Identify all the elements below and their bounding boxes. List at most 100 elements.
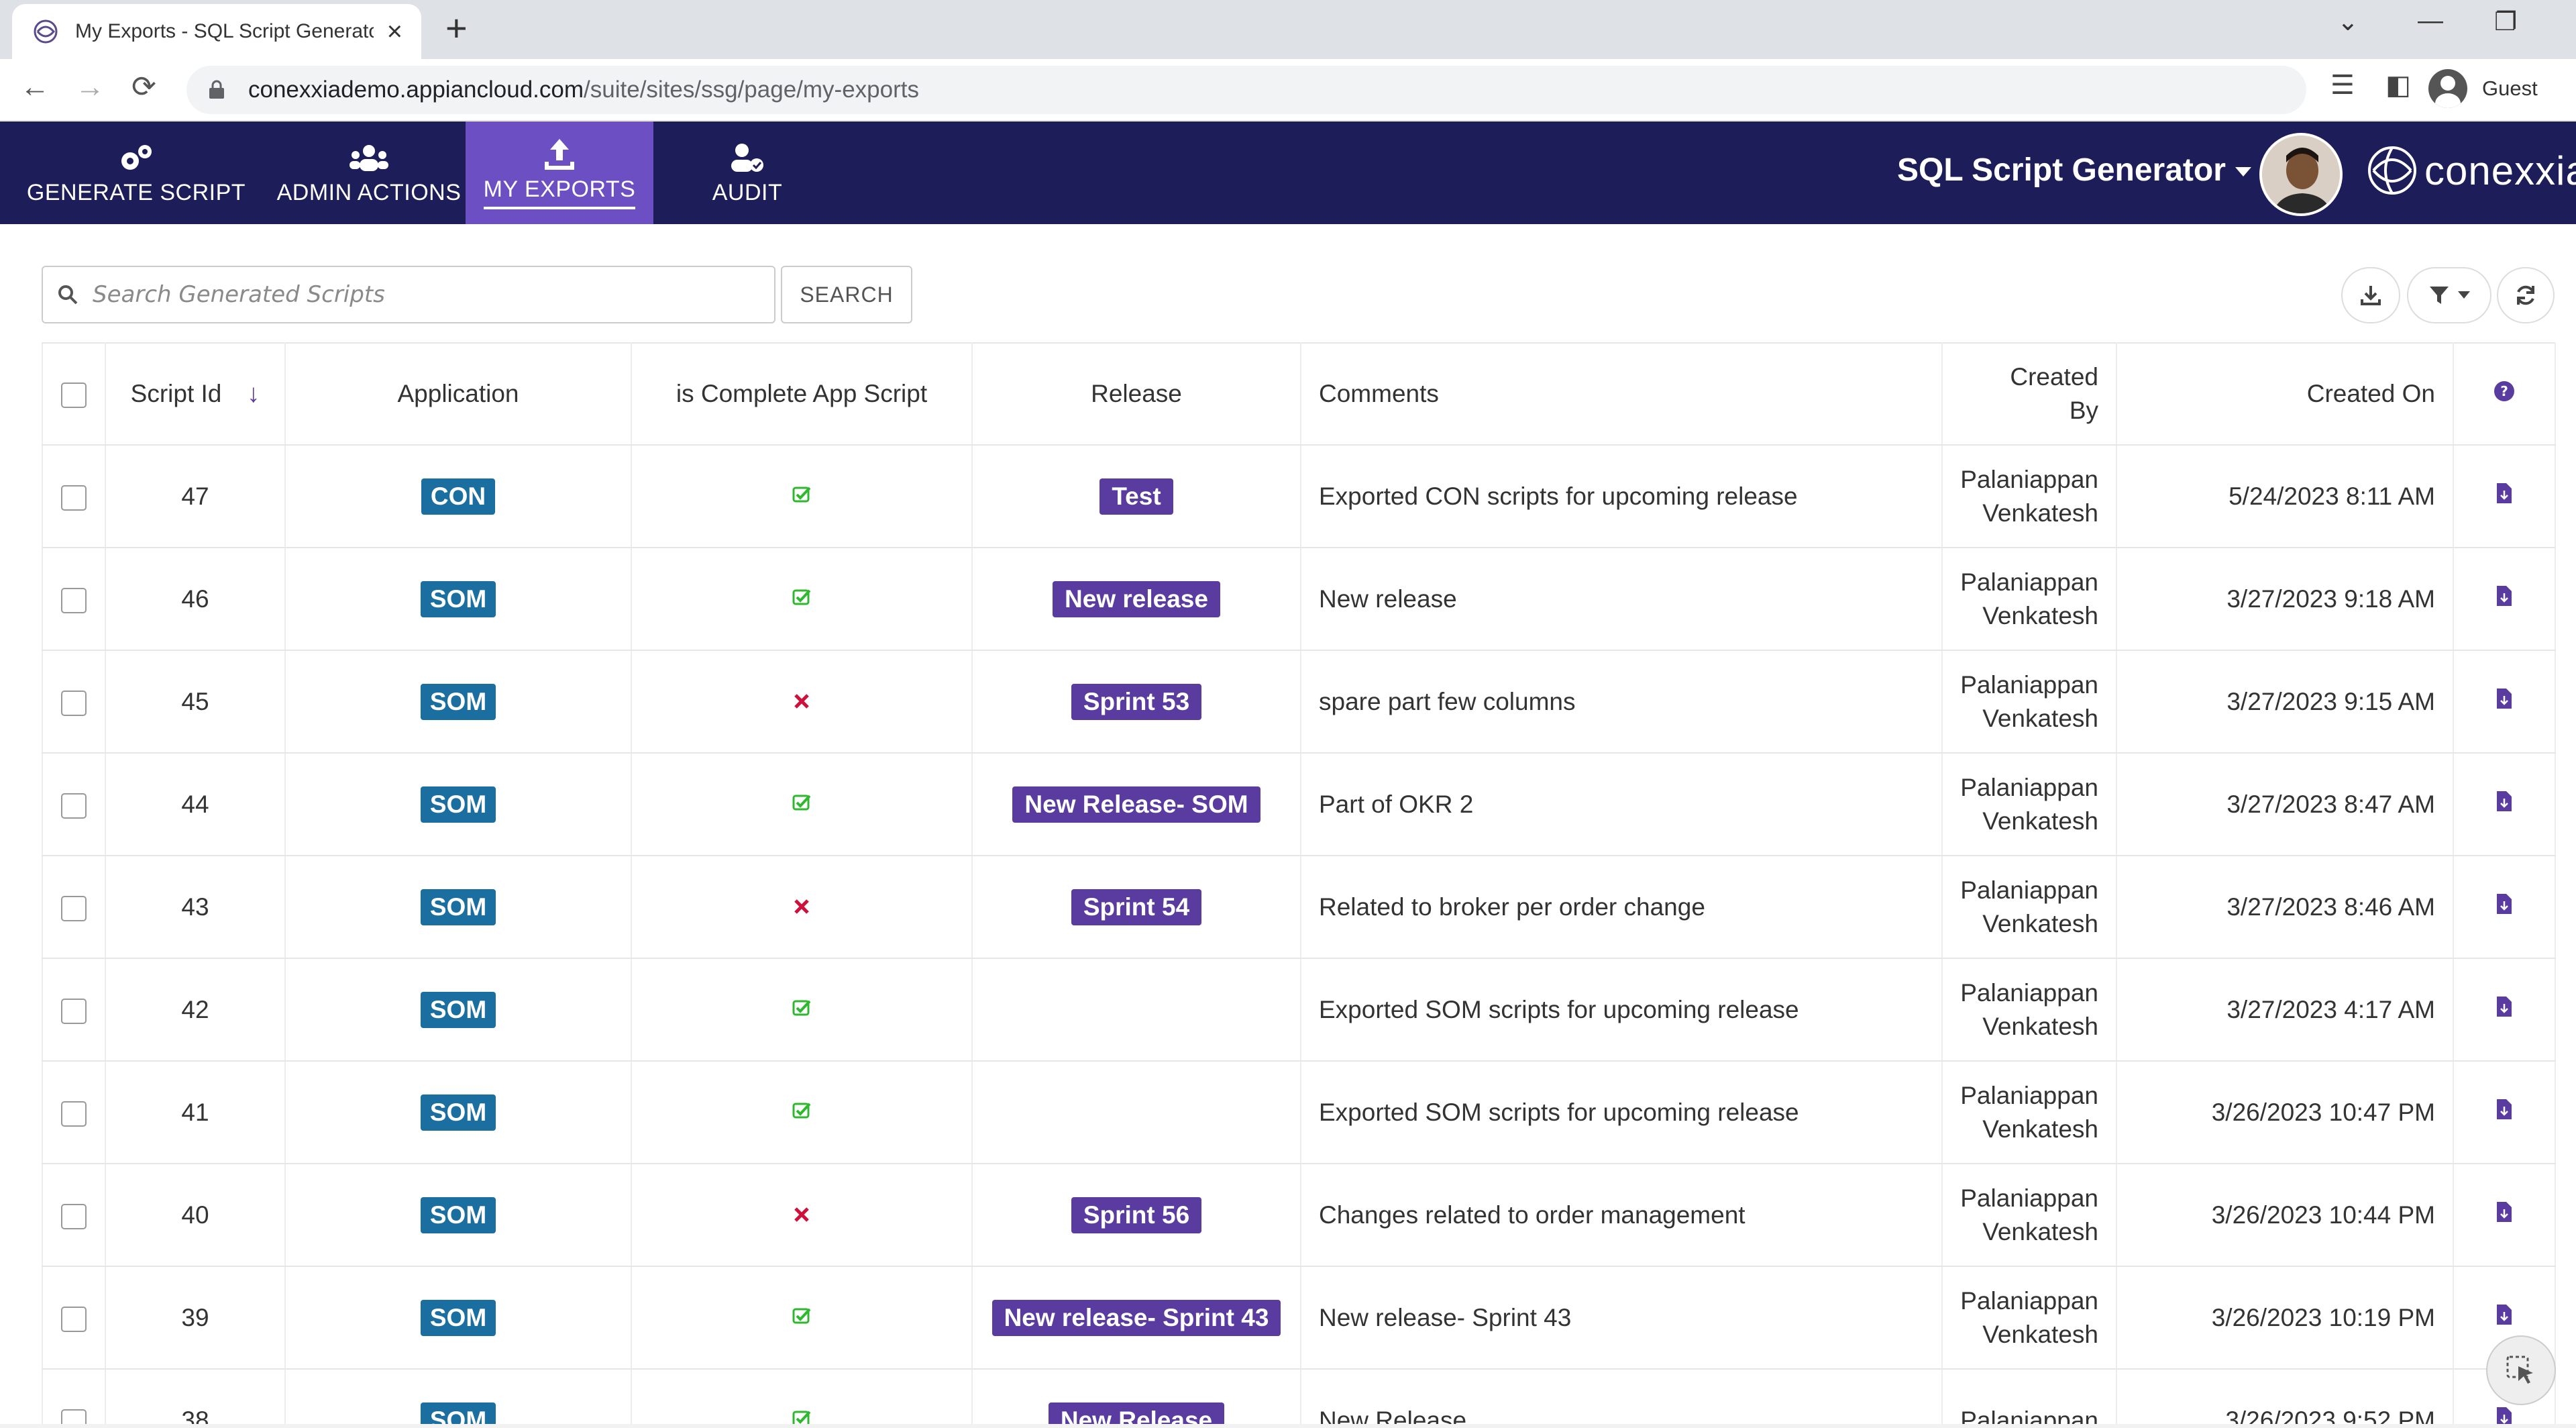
- nav-admin-actions[interactable]: ADMIN ACTIONS: [272, 121, 466, 224]
- help-icon[interactable]: ?: [2493, 380, 2516, 403]
- complete-cell: [631, 1266, 973, 1370]
- download-file-icon[interactable]: [2496, 482, 2513, 510]
- tab-search-chevron-icon[interactable]: ⌄: [2337, 7, 2359, 37]
- reading-list-icon[interactable]: ☰: [2330, 70, 2355, 101]
- side-panel-icon[interactable]: ◧: [2385, 70, 2411, 101]
- table-header-row: Script Id ↓ Application is Complete App S…: [42, 342, 2556, 446]
- release-cell: New Release: [972, 1369, 1301, 1428]
- search-button[interactable]: SEARCH: [781, 266, 912, 323]
- created-on-cell: 3/26/2023 10:44 PM: [2116, 1164, 2454, 1267]
- select-all-cell: [42, 342, 106, 446]
- search-input[interactable]: [93, 281, 737, 308]
- minimize-icon[interactable]: —: [2418, 7, 2443, 36]
- table-row[interactable]: 46 SOM New release New release Palaniappan Ve…: [42, 548, 2556, 651]
- header-created-by[interactable]: Created By: [1942, 342, 2117, 446]
- nav-generate-script[interactable]: GENERATE SCRIPT: [0, 121, 272, 224]
- application-tag: SOM: [420, 888, 496, 925]
- header-complete[interactable]: is Complete App Script: [631, 342, 973, 446]
- script-id-cell: 39: [105, 1266, 286, 1370]
- created-by-cell: Palaniappan Venkatesh: [1942, 1164, 2117, 1267]
- exports-table: Script Id ↓ Application is Complete App S…: [42, 342, 2556, 1428]
- header-created-on[interactable]: Created On: [2116, 342, 2454, 446]
- application-tag: SOM: [420, 580, 496, 617]
- row-checkbox[interactable]: [61, 998, 87, 1024]
- restore-icon[interactable]: ❐: [2494, 7, 2517, 37]
- table-row[interactable]: 38 SOM New Release New Release Palaniappan 3/…: [42, 1369, 2556, 1428]
- comments-cell: Changes related to order management: [1301, 1164, 1943, 1267]
- application-tag: SOM: [420, 786, 496, 823]
- application-tag: SOM: [420, 683, 496, 720]
- row-checkbox[interactable]: [61, 793, 87, 819]
- download-file-icon[interactable]: [2496, 1304, 2513, 1331]
- new-tab-icon[interactable]: +: [445, 9, 468, 47]
- table-row[interactable]: 47 CON Test Exported CON scripts for upcomi…: [42, 445, 2556, 548]
- row-select-cell: [42, 753, 106, 856]
- row-checkbox[interactable]: [61, 1306, 87, 1332]
- row-checkbox[interactable]: [61, 690, 87, 716]
- script-id-cell: 44: [105, 753, 286, 856]
- created-by-cell: Palaniappan: [1942, 1369, 2117, 1428]
- site-title-menu[interactable]: SQL Script Generator: [1897, 152, 2251, 189]
- header-script-id[interactable]: Script Id ↓: [105, 342, 286, 446]
- row-checkbox[interactable]: [61, 1101, 87, 1127]
- file-cell: [2453, 548, 2556, 651]
- release-cell: Sprint 56: [972, 1164, 1301, 1267]
- table-row[interactable]: 39 SOM New release- Sprint 43 New release- …: [42, 1266, 2556, 1370]
- table-row[interactable]: 40 SOM Sprint 56 Changes related to order m…: [42, 1164, 2556, 1267]
- table-row[interactable]: 43 SOM Sprint 54 Related to broker per orde…: [42, 856, 2556, 959]
- file-cell: [2453, 445, 2556, 548]
- download-file-icon[interactable]: [2496, 688, 2513, 715]
- table-row[interactable]: 45 SOM Sprint 53 spare part few columns Pala…: [42, 650, 2556, 754]
- application-tag: CON: [421, 478, 496, 515]
- cursor-select-icon: [2506, 1356, 2533, 1384]
- application-cell: CON: [285, 445, 632, 548]
- download-file-icon[interactable]: [2496, 1099, 2513, 1126]
- row-checkbox[interactable]: [61, 895, 87, 921]
- release-cell: Sprint 53: [972, 650, 1301, 754]
- row-select-cell: [42, 1266, 106, 1370]
- back-icon[interactable]: ←: [20, 72, 50, 102]
- select-all-checkbox[interactable]: [61, 382, 87, 409]
- browser-tab[interactable]: My Exports - SQL Script Generator ×: [12, 4, 421, 59]
- row-checkbox[interactable]: [61, 587, 87, 613]
- forward-icon[interactable]: →: [75, 72, 105, 102]
- application-cell: SOM: [285, 1369, 632, 1428]
- download-file-icon[interactable]: [2496, 585, 2513, 613]
- table-row[interactable]: 41 SOM Exported SOM scripts for upcoming r…: [42, 1061, 2556, 1164]
- reload-icon[interactable]: ⟳: [131, 72, 156, 102]
- filter-button[interactable]: [2407, 267, 2491, 323]
- user-avatar[interactable]: [2259, 133, 2343, 216]
- refresh-button[interactable]: [2497, 267, 2555, 323]
- created-by-cell: Palaniappan Venkatesh: [1942, 1061, 2117, 1164]
- download-button[interactable]: [2341, 267, 2400, 323]
- user-check-icon: [731, 144, 763, 172]
- profile-button[interactable]: Guest: [2428, 68, 2538, 109]
- script-id-cell: 47: [105, 445, 286, 548]
- nav-my-exports[interactable]: MY EXPORTS: [466, 121, 653, 224]
- file-cell: [2453, 958, 2556, 1062]
- download-file-icon[interactable]: [2496, 996, 2513, 1023]
- header-comments[interactable]: Comments: [1301, 342, 1943, 446]
- header-release[interactable]: Release: [972, 342, 1301, 446]
- tab-close-icon[interactable]: ×: [387, 18, 402, 45]
- download-file-icon[interactable]: [2496, 1201, 2513, 1229]
- script-id-cell: 40: [105, 1164, 286, 1267]
- row-checkbox[interactable]: [61, 484, 87, 511]
- header-application[interactable]: Application: [285, 342, 632, 446]
- release-tag: Test: [1099, 478, 1173, 515]
- floating-action-button[interactable]: [2486, 1335, 2556, 1405]
- row-select-cell: [42, 1369, 106, 1428]
- download-file-icon[interactable]: [2496, 790, 2513, 818]
- nav-audit[interactable]: AUDIT: [653, 121, 841, 224]
- table-row[interactable]: 44 SOM New Release- SOM Part of OKR 2 Palani…: [42, 753, 2556, 856]
- url-bar[interactable]: conexxiademo.appiancloud.com/suite/sites…: [186, 66, 2306, 114]
- download-file-icon[interactable]: [2496, 893, 2513, 921]
- release-tag: Sprint 54: [1071, 888, 1202, 925]
- row-checkbox[interactable]: [61, 1203, 87, 1229]
- release-cell: New release: [972, 548, 1301, 651]
- url-text: conexxiademo.appiancloud.com/suite/sites…: [248, 76, 919, 103]
- comments-cell: Part of OKR 2: [1301, 753, 1943, 856]
- table-row[interactable]: 42 SOM Exported SOM scripts for upcoming r…: [42, 958, 2556, 1062]
- table-body: 47 CON Test Exported CON scripts for upcomi…: [42, 445, 2556, 1428]
- tab-title: My Exports - SQL Script Generator: [75, 20, 374, 42]
